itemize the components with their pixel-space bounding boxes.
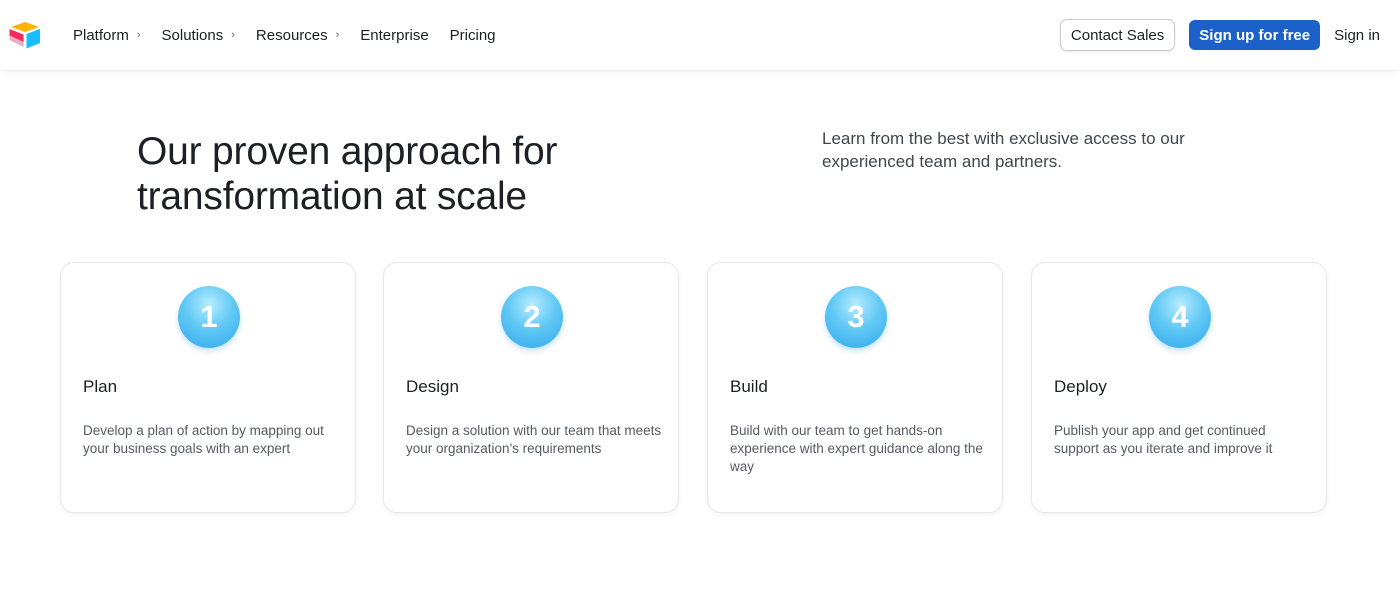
step-description: Publish your app and get continued suppo… xyxy=(1054,423,1273,456)
chevron-right-icon: › xyxy=(335,29,340,41)
step-description: Develop a plan of action by mapping out … xyxy=(83,423,324,456)
hero-title: Our proven approach for transformation a… xyxy=(137,129,657,219)
nav-enterprise[interactable]: Enterprise xyxy=(360,27,428,44)
step-card-build: 3 Build Build with our team to get hands… xyxy=(707,262,1003,513)
step-card-plan: 1 Plan Develop a plan of action by mappi… xyxy=(60,262,356,513)
nav-solutions-label: Solutions xyxy=(161,26,224,44)
step-title: Design xyxy=(406,377,459,396)
step-number-badge: 2 xyxy=(501,286,563,348)
sign-in-link[interactable]: Sign in xyxy=(1334,27,1380,44)
main-nav: Platform › Solutions › Resources › Enter… xyxy=(73,0,517,70)
hero-title-line-2: transformation at scale xyxy=(137,175,527,218)
step-title: Deploy xyxy=(1054,377,1107,396)
step-title: Build xyxy=(730,377,768,396)
step-description: Build with our team to get hands-on expe… xyxy=(730,423,983,474)
airtable-logo-icon[interactable] xyxy=(8,20,42,50)
nav-solutions[interactable]: Solutions › xyxy=(162,27,235,44)
steps-cards: 1 Plan Develop a plan of action by mappi… xyxy=(60,262,1328,514)
header-actions: Contact Sales Sign up for free Sign in xyxy=(1059,0,1380,70)
nav-platform-label: Platform xyxy=(73,26,129,44)
hero-title-line-1: Our proven approach for xyxy=(137,130,558,173)
hero-subtitle: Learn from the best with exclusive acces… xyxy=(822,129,1185,171)
chevron-right-icon: › xyxy=(136,29,141,41)
nav-pricing-label: Pricing xyxy=(449,26,496,44)
step-number-badge: 1 xyxy=(178,286,240,348)
step-card-design: 2 Design Design a solution with our team… xyxy=(383,262,679,513)
nav-resources-label: Resources xyxy=(255,26,328,44)
step-description: Design a solution with our team that mee… xyxy=(406,423,662,456)
step-title: Plan xyxy=(83,377,118,396)
nav-pricing[interactable]: Pricing xyxy=(450,27,496,44)
nav-resources[interactable]: Resources › xyxy=(256,27,339,44)
nav-enterprise-label: Enterprise xyxy=(360,26,429,44)
chevron-right-icon: › xyxy=(231,29,235,41)
sign-up-button[interactable]: Sign up for free xyxy=(1189,20,1321,50)
contact-sales-button[interactable]: Contact Sales xyxy=(1059,19,1176,51)
step-number-badge: 4 xyxy=(1149,286,1211,348)
step-card-deploy: 4 Deploy Publish your app and get contin… xyxy=(1031,262,1327,513)
nav-platform[interactable]: Platform › xyxy=(73,27,141,44)
step-number-badge: 3 xyxy=(825,286,887,348)
top-navigation-bar: Platform › Solutions › Resources › Enter… xyxy=(0,0,1400,70)
